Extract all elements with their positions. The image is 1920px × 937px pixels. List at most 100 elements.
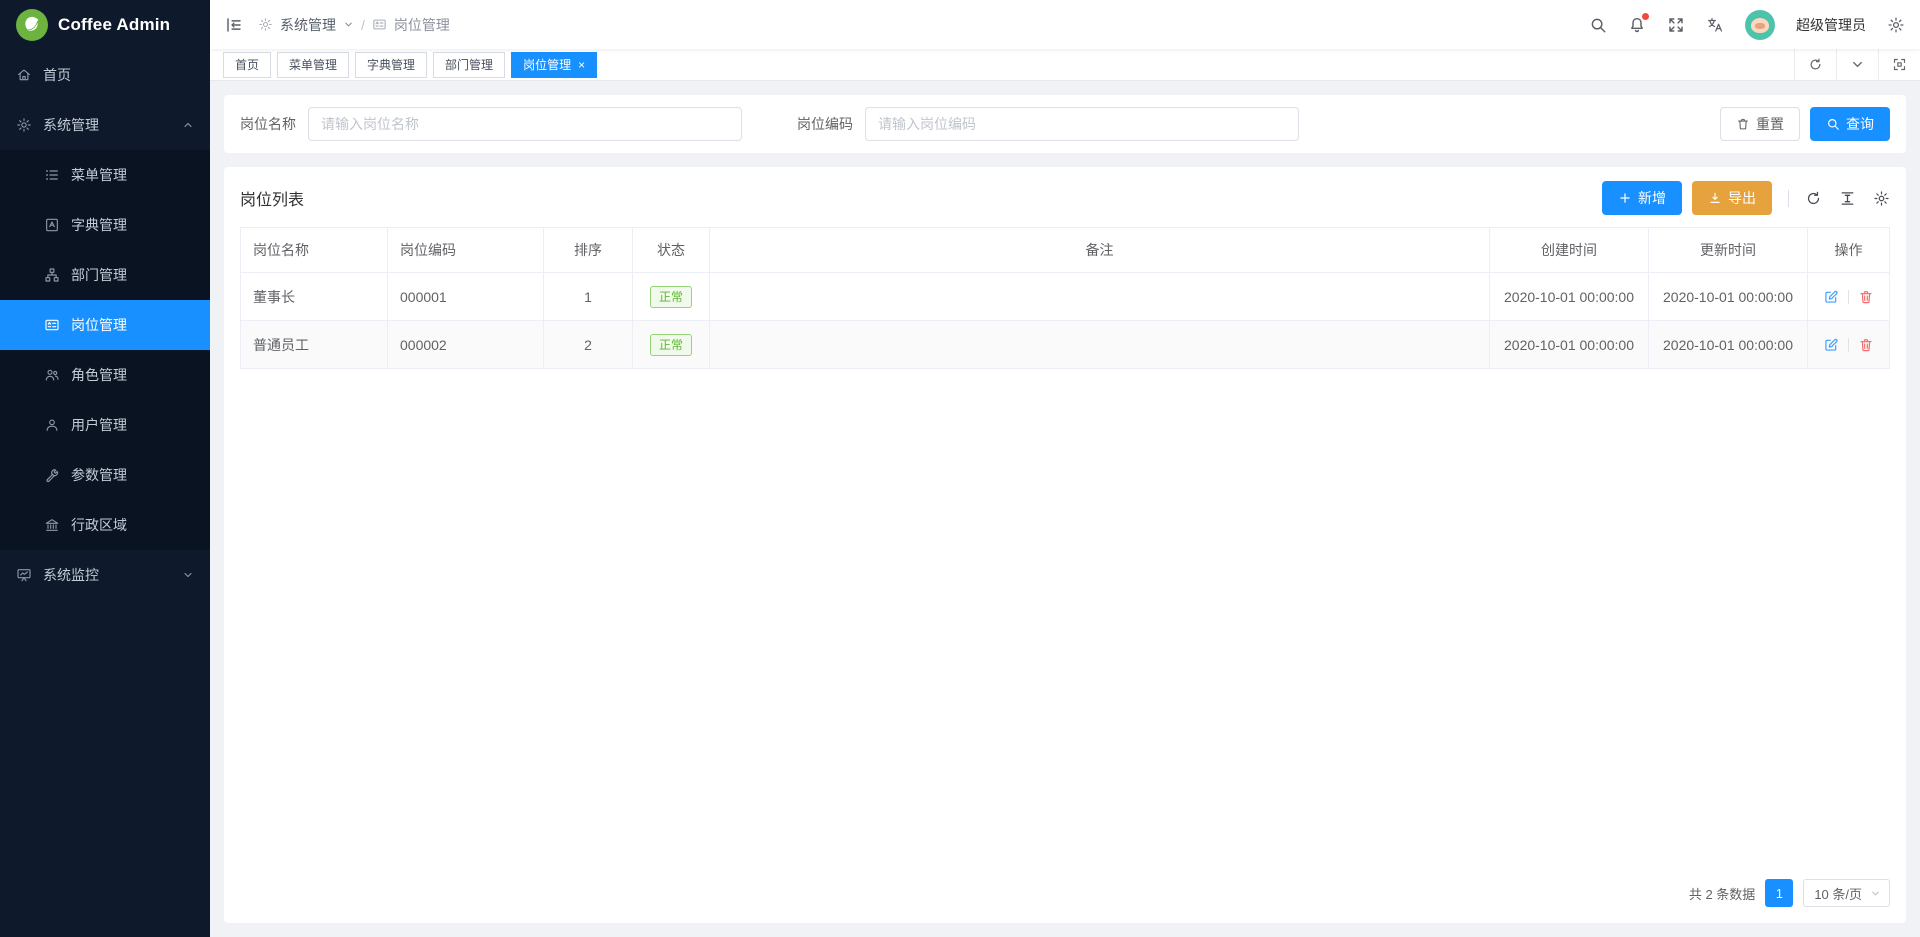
- page-number-button[interactable]: 1: [1765, 879, 1793, 907]
- cell-sort: 1: [544, 273, 633, 321]
- cell-post-code: 000001: [388, 273, 544, 321]
- actions-divider: [1848, 338, 1849, 352]
- edit-icon[interactable]: [1823, 337, 1839, 353]
- sidebar-item-dept-mgmt[interactable]: 部门管理: [0, 250, 210, 300]
- cell-post-name: 董事长: [241, 273, 388, 321]
- chevron-down-icon: [1850, 57, 1865, 72]
- query-button-label: 查询: [1846, 114, 1874, 134]
- column-header-created: 创建时间: [1490, 228, 1649, 273]
- gear-icon: [258, 17, 273, 32]
- delete-trash-icon[interactable]: [1858, 289, 1874, 305]
- plus-icon: [1618, 191, 1632, 205]
- avatar[interactable]: [1745, 10, 1775, 40]
- sidebar-item-label: 行政区域: [71, 515, 127, 535]
- sidebar-menu: 首页 系统管理 菜单管理 字典管理 部门管理: [0, 50, 210, 937]
- app-title: Coffee Admin: [58, 15, 170, 35]
- id-card-icon: [44, 317, 60, 333]
- chevron-down-icon[interactable]: [343, 19, 354, 30]
- dictionary-icon: [44, 217, 60, 233]
- card-title: 岗位列表: [240, 186, 304, 210]
- tab-dict-mgmt[interactable]: 字典管理: [355, 52, 427, 78]
- chevron-up-icon: [182, 119, 194, 131]
- tabs-dropdown-button[interactable]: [1836, 49, 1878, 80]
- username[interactable]: 超级管理员: [1796, 15, 1866, 35]
- post-list-card: 岗位列表 新增 导出: [224, 167, 1906, 923]
- sidebar-item-home[interactable]: 首页: [0, 50, 210, 100]
- pagination: 共 2 条数据 1 10 条/页: [240, 865, 1890, 907]
- cell-remark: [710, 273, 1490, 321]
- fullscreen-icon[interactable]: [1667, 16, 1685, 34]
- close-tab-icon[interactable]: ×: [578, 59, 585, 71]
- sidebar-item-label: 参数管理: [71, 465, 127, 485]
- tabs-toolbar: [1794, 49, 1920, 80]
- cell-actions: [1808, 321, 1890, 369]
- table-header-row: 岗位名称 岗位编码 排序 状态 备注 创建时间 更新时间 操作: [241, 228, 1890, 273]
- sidebar: Coffee Admin 首页 系统管理 菜单管理 字典管理: [0, 0, 210, 937]
- row-density-icon[interactable]: [1839, 190, 1856, 207]
- sidebar-item-menu-mgmt[interactable]: 菜单管理: [0, 150, 210, 200]
- maximize-view-button[interactable]: [1878, 49, 1920, 80]
- notification-badge: [1642, 13, 1649, 20]
- search-form-card: 岗位名称 岗位编码 重置 查询: [224, 95, 1906, 153]
- breadcrumb: 系统管理 / 岗位管理: [258, 15, 450, 35]
- tab-label: 菜单管理: [289, 56, 337, 73]
- sidebar-group-monitor[interactable]: 系统监控: [0, 550, 210, 600]
- page-size-select[interactable]: 10 条/页: [1803, 879, 1890, 907]
- column-header-actions: 操作: [1808, 228, 1890, 273]
- sidebar-item-dict-mgmt[interactable]: 字典管理: [0, 200, 210, 250]
- status-badge: 正常: [650, 334, 692, 356]
- column-header-updated: 更新时间: [1649, 228, 1808, 273]
- cell-status: 正常: [633, 321, 710, 369]
- sidebar-item-region[interactable]: 行政区域: [0, 500, 210, 550]
- cell-status: 正常: [633, 273, 710, 321]
- page-size-value: 10 条/页: [1814, 884, 1862, 903]
- logo[interactable]: Coffee Admin: [0, 0, 210, 50]
- delete-trash-icon[interactable]: [1858, 337, 1874, 353]
- tab-dept-mgmt[interactable]: 部门管理: [433, 52, 505, 78]
- search-icon: [1826, 117, 1840, 131]
- translate-icon[interactable]: [1706, 16, 1724, 34]
- reset-button[interactable]: 重置: [1720, 107, 1800, 141]
- actions-divider: [1848, 290, 1849, 304]
- app-logo-icon: [16, 9, 48, 41]
- edit-icon[interactable]: [1823, 289, 1839, 305]
- post-table: 岗位名称 岗位编码 排序 状态 备注 创建时间 更新时间 操作 董事长: [240, 227, 1890, 369]
- sidebar-item-user-mgmt[interactable]: 用户管理: [0, 400, 210, 450]
- tab-menu-mgmt[interactable]: 菜单管理: [277, 52, 349, 78]
- list-icon: [44, 167, 60, 183]
- collapse-sidebar-icon[interactable]: [225, 16, 243, 34]
- card-header: 岗位列表 新增 导出: [240, 181, 1890, 215]
- column-settings-gear-icon[interactable]: [1873, 190, 1890, 207]
- org-tree-icon: [44, 267, 60, 283]
- sidebar-group-system[interactable]: 系统管理: [0, 100, 210, 150]
- refresh-tab-button[interactable]: [1794, 49, 1836, 80]
- sidebar-item-role-mgmt[interactable]: 角色管理: [0, 350, 210, 400]
- export-button[interactable]: 导出: [1692, 181, 1772, 215]
- column-header-post-code: 岗位编码: [388, 228, 544, 273]
- table-row: 普通员工 000002 2 正常 2020-10-01 00:00:00 202…: [241, 321, 1890, 369]
- chevron-down-icon: [1870, 888, 1881, 899]
- maximize-icon: [1892, 57, 1907, 72]
- notification-bell[interactable]: [1628, 16, 1646, 34]
- breadcrumb-level1[interactable]: 系统管理: [280, 15, 336, 35]
- tab-home[interactable]: 首页: [223, 52, 271, 78]
- sidebar-item-post-mgmt[interactable]: 岗位管理: [0, 300, 210, 350]
- table-row: 董事长 000001 1 正常 2020-10-01 00:00:00 2020…: [241, 273, 1890, 321]
- wrench-icon: [44, 467, 60, 483]
- post-code-input[interactable]: [865, 107, 1299, 141]
- tab-post-mgmt[interactable]: 岗位管理 ×: [511, 52, 597, 78]
- cell-updated: 2020-10-01 00:00:00: [1649, 273, 1808, 321]
- sidebar-item-label: 部门管理: [71, 265, 127, 285]
- sidebar-item-param-mgmt[interactable]: 参数管理: [0, 450, 210, 500]
- post-name-input[interactable]: [308, 107, 742, 141]
- query-button[interactable]: 查询: [1810, 107, 1890, 141]
- add-button-label: 新增: [1638, 188, 1666, 208]
- breadcrumb-separator: /: [361, 17, 365, 33]
- tab-label: 字典管理: [367, 56, 415, 73]
- settings-gear-icon[interactable]: [1887, 16, 1905, 34]
- user-icon: [44, 417, 60, 433]
- refresh-icon[interactable]: [1805, 190, 1822, 207]
- add-button[interactable]: 新增: [1602, 181, 1682, 215]
- search-icon[interactable]: [1589, 16, 1607, 34]
- home-icon: [16, 67, 32, 83]
